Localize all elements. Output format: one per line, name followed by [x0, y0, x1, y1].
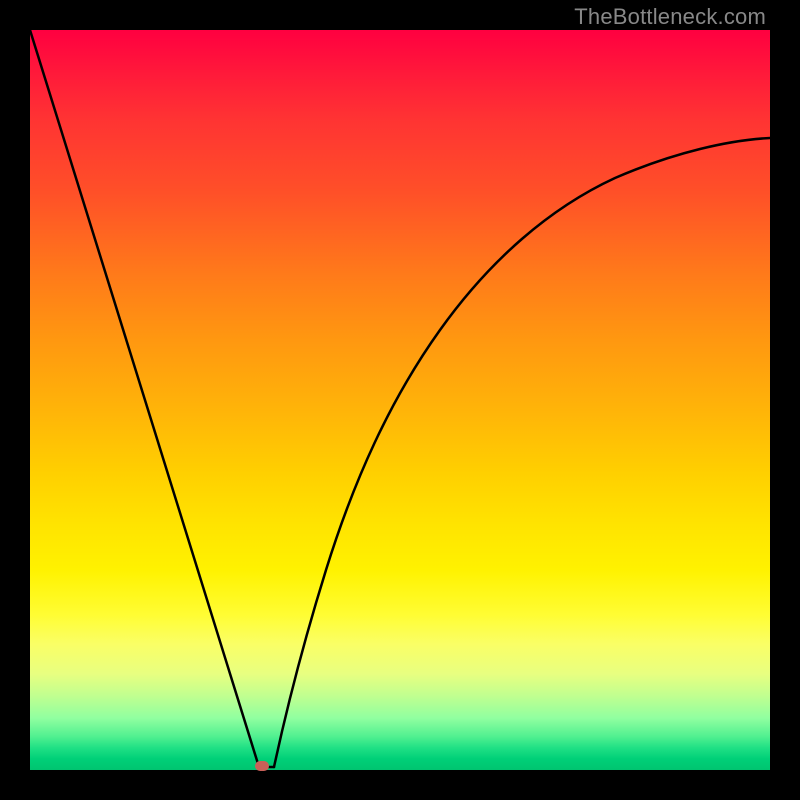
optimal-point-marker [255, 761, 269, 771]
chart-frame: TheBottleneck.com [0, 0, 800, 800]
plot-background [30, 30, 770, 770]
watermark-text: TheBottleneck.com [574, 4, 766, 30]
